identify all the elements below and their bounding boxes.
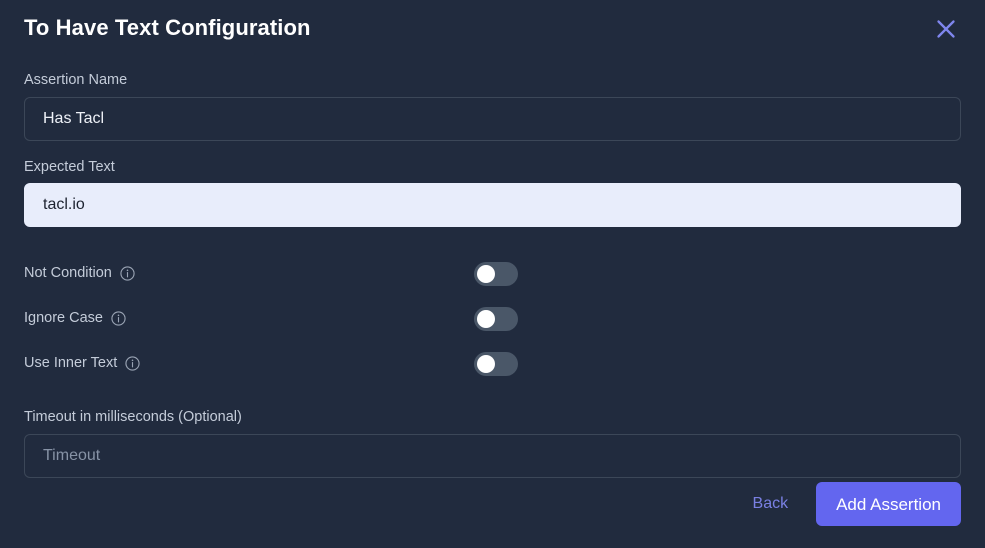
dialog-footer: Back Add Assertion bbox=[751, 482, 961, 526]
dialog-header: To Have Text Configuration bbox=[24, 0, 961, 56]
toggle-knob bbox=[477, 309, 495, 328]
info-icon-not-condition[interactable] bbox=[120, 266, 135, 281]
toggle-row-not-condition: Not Condition bbox=[24, 251, 961, 296]
back-button[interactable]: Back bbox=[751, 492, 791, 516]
close-icon bbox=[935, 18, 957, 40]
timeout-label: Timeout in milliseconds (Optional) bbox=[24, 409, 242, 425]
expected-text-field-group: Expected Text bbox=[24, 158, 961, 227]
ignore-case-label: Ignore Case bbox=[24, 310, 103, 327]
timeout-field-group: Timeout in milliseconds (Optional) bbox=[24, 410, 961, 478]
assertion-name-input[interactable] bbox=[24, 96, 961, 141]
use-inner-text-label: Use Inner Text bbox=[24, 355, 118, 372]
expected-text-label: Expected Text bbox=[24, 158, 115, 175]
toggle-knob bbox=[477, 354, 495, 373]
toggle-row-use-inner-text: Use Inner Text bbox=[24, 341, 961, 386]
assertion-name-label: Assertion Name bbox=[24, 72, 128, 88]
not-condition-label: Not Condition bbox=[24, 265, 112, 282]
add-assertion-button[interactable]: Add Assertion bbox=[816, 482, 961, 526]
toggle-label-group-use-inner-text: Use Inner Text bbox=[24, 356, 474, 371]
info-icon-ignore-case[interactable] bbox=[111, 311, 126, 326]
info-icon-use-inner-text[interactable] bbox=[125, 356, 140, 371]
toggle-knob bbox=[477, 264, 495, 283]
not-condition-toggle[interactable] bbox=[474, 261, 518, 286]
assertion-name-field-group: Assertion Name bbox=[24, 73, 961, 141]
dialog-title: To Have Text Configuration bbox=[24, 15, 311, 40]
toggle-options-group: Not Condition Ignore Case Use Inner Text bbox=[24, 251, 961, 386]
to-have-text-configuration-dialog: To Have Text Configuration Assertion Nam… bbox=[0, 0, 985, 548]
toggle-label-group-ignore-case: Ignore Case bbox=[24, 311, 474, 326]
toggle-label-group-not-condition: Not Condition bbox=[24, 266, 474, 281]
ignore-case-toggle[interactable] bbox=[474, 306, 518, 331]
use-inner-text-toggle[interactable] bbox=[474, 351, 518, 376]
expected-text-input[interactable] bbox=[24, 183, 961, 227]
timeout-input[interactable] bbox=[24, 433, 961, 478]
close-button[interactable] bbox=[931, 14, 961, 44]
toggle-row-ignore-case: Ignore Case bbox=[24, 296, 961, 341]
